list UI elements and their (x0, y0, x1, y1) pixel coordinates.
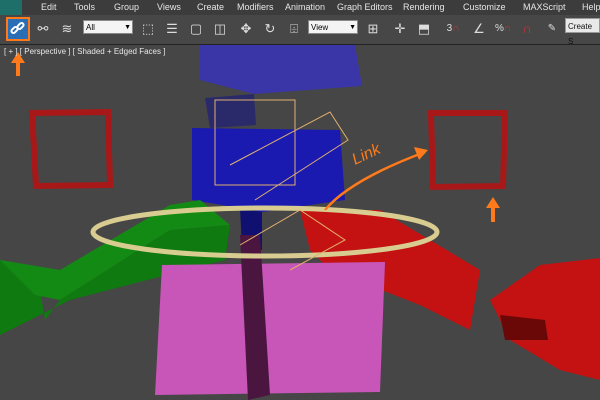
bind-space-warp-icon[interactable]: ≋ (55, 17, 79, 41)
menu-edit[interactable]: Edit (41, 0, 57, 15)
edit-named-selection-icon[interactable]: ⬒ (412, 17, 436, 41)
menu-tools[interactable]: Tools (74, 0, 95, 15)
viewport-label[interactable]: [ + ] [ Perspective ] [ Shaded + Edged F… (4, 47, 165, 56)
menu-maxscript[interactable]: MAXScript (523, 0, 566, 15)
menu-group[interactable]: Group (114, 0, 139, 15)
perspective-viewport[interactable]: Link [ + ] [ Perspective ] [ Shaded + Ed… (0, 45, 600, 400)
unlink-icon[interactable]: ⚯ (31, 17, 55, 41)
red-rectangle-left (28, 108, 114, 190)
selection-filter-value: All (86, 23, 95, 32)
rotate-icon[interactable]: ↻ (258, 17, 282, 41)
app-logo-icon[interactable] (0, 0, 22, 15)
link-annotation: Link (350, 140, 385, 168)
percent-snap-icon[interactable]: %∩ (491, 17, 515, 41)
menu-views[interactable]: Views (157, 0, 181, 15)
rect-region-icon[interactable]: ▢ (184, 17, 208, 41)
select-by-name-icon[interactable]: ☰ (160, 17, 184, 41)
spinner-snap-icon[interactable]: ∩ (515, 17, 539, 41)
chevron-down-icon: ▼ (124, 24, 131, 31)
link-icon[interactable] (6, 17, 30, 41)
named-selection-placeholder: Create S (568, 22, 593, 46)
menu-create[interactable]: Create (197, 0, 224, 15)
menu-animation[interactable]: Animation (285, 0, 325, 15)
keyboard-shortcut-icon[interactable]: ✛ (388, 17, 412, 41)
up-arrow-right (486, 197, 500, 222)
menu-graph-editors[interactable]: Graph Editors (337, 0, 393, 15)
menu-modifiers[interactable]: Modifiers (237, 0, 274, 15)
top-blue-box (200, 45, 362, 94)
edit-named-selection-sets-icon[interactable]: ✎ (540, 17, 564, 41)
ref-coord-dropdown[interactable]: View ▼ (308, 20, 358, 34)
top-blue-stem (205, 94, 256, 128)
selection-filter-dropdown[interactable]: All ▼ (83, 20, 133, 34)
move-icon[interactable]: ✥ (234, 17, 258, 41)
select-manipulate-icon[interactable]: ⊞ (361, 17, 385, 41)
menu-rendering[interactable]: Rendering (403, 0, 445, 15)
snap-toggle-icon[interactable]: 3∩ (441, 17, 465, 41)
window-crossing-icon[interactable]: ◫ (208, 17, 232, 41)
link-arrowhead (414, 147, 428, 160)
menu-bar: Edit Tools Group Views Create Modifiers … (0, 0, 600, 16)
menu-help[interactable]: Help (582, 0, 600, 15)
main-toolbar: ⚯ ≋ All ▼ ⬚ ☰ ▢ ◫ ✥ ↻ ⌹ View ▼ ⊞ ✛ ⬒ 3∩ ∠ … (0, 15, 600, 46)
named-selection-input[interactable]: Create S (565, 18, 600, 46)
pink-body (155, 262, 385, 395)
percent-snap-label: % (494, 23, 504, 34)
angle-snap-icon[interactable]: ∠ (467, 17, 491, 41)
select-object-icon[interactable]: ⬚ (136, 17, 160, 41)
ref-coord-value: View (311, 23, 329, 32)
chevron-down-icon: ▼ (349, 24, 356, 31)
use-pivot-icon[interactable]: ⌹ (282, 17, 306, 41)
viewport-scene: Link (0, 45, 600, 400)
menu-customize[interactable]: Customize (463, 0, 506, 15)
red-rectangle-right (427, 110, 509, 191)
